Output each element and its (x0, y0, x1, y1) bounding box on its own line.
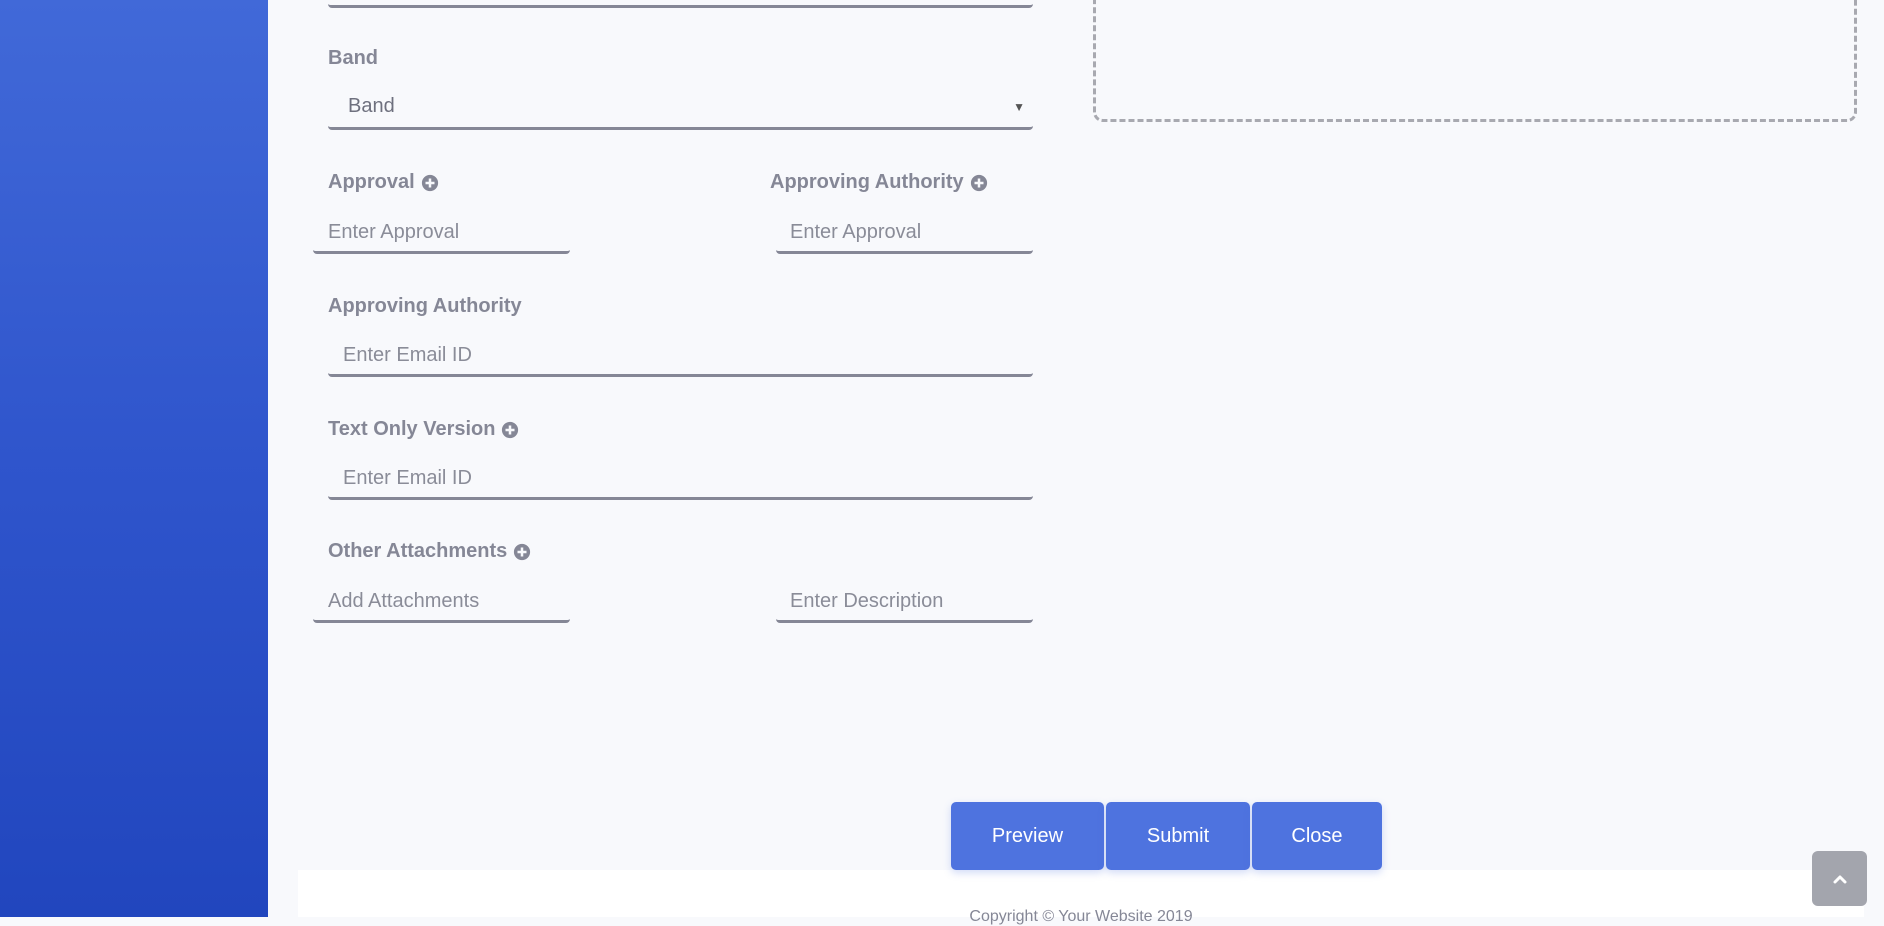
approving-authority-label-text: Approving Authority (328, 295, 522, 317)
chevron-up-icon (1833, 875, 1846, 883)
plus-circle-icon[interactable] (513, 543, 531, 561)
approval-label: Approval (328, 171, 439, 194)
approval-input[interactable] (313, 214, 570, 254)
plus-circle-icon[interactable] (421, 174, 439, 192)
upload-dropzone[interactable] (1093, 0, 1857, 122)
previous-field-underline (328, 0, 1033, 8)
band-label-text: Band (328, 47, 378, 69)
submit-button[interactable]: Submit (1106, 802, 1250, 870)
footer: Copyright © Your Website 2019 (298, 870, 1864, 925)
preview-button[interactable]: Preview (951, 802, 1104, 870)
main-content (268, 0, 1884, 917)
other-attachments-label: Other Attachments (328, 540, 531, 563)
text-only-version-input[interactable] (328, 460, 1033, 500)
sidebar (0, 0, 268, 917)
band-label: Band (328, 47, 378, 70)
copyright-text: Copyright © Your Website 2019 (969, 908, 1193, 925)
band-select-value: Band (348, 95, 395, 117)
approving-authority-inline-input[interactable] (776, 214, 1033, 254)
band-select[interactable]: Band ▼ (328, 86, 1033, 130)
attachment-description-input[interactable] (776, 583, 1033, 623)
form-actions: Preview Submit Close (951, 802, 1382, 870)
approving-authority-inline-label-text: Approving Authority (770, 171, 964, 193)
other-attachments-label-text: Other Attachments (328, 540, 508, 562)
close-button[interactable]: Close (1252, 802, 1382, 870)
approving-authority-inline-label: Approving Authority (770, 171, 988, 194)
text-only-version-label: Text Only Version (328, 418, 519, 441)
approving-authority-email-input[interactable] (328, 337, 1033, 377)
text-only-version-label-text: Text Only Version (328, 418, 496, 440)
plus-circle-icon[interactable] (501, 421, 519, 439)
add-attachments-input[interactable] (313, 583, 570, 623)
approving-authority-label: Approving Authority (328, 295, 522, 318)
scroll-to-top-button[interactable] (1812, 851, 1867, 906)
caret-down-icon: ▼ (1013, 99, 1025, 114)
plus-circle-icon[interactable] (970, 174, 988, 192)
approval-label-text: Approval (328, 171, 415, 193)
